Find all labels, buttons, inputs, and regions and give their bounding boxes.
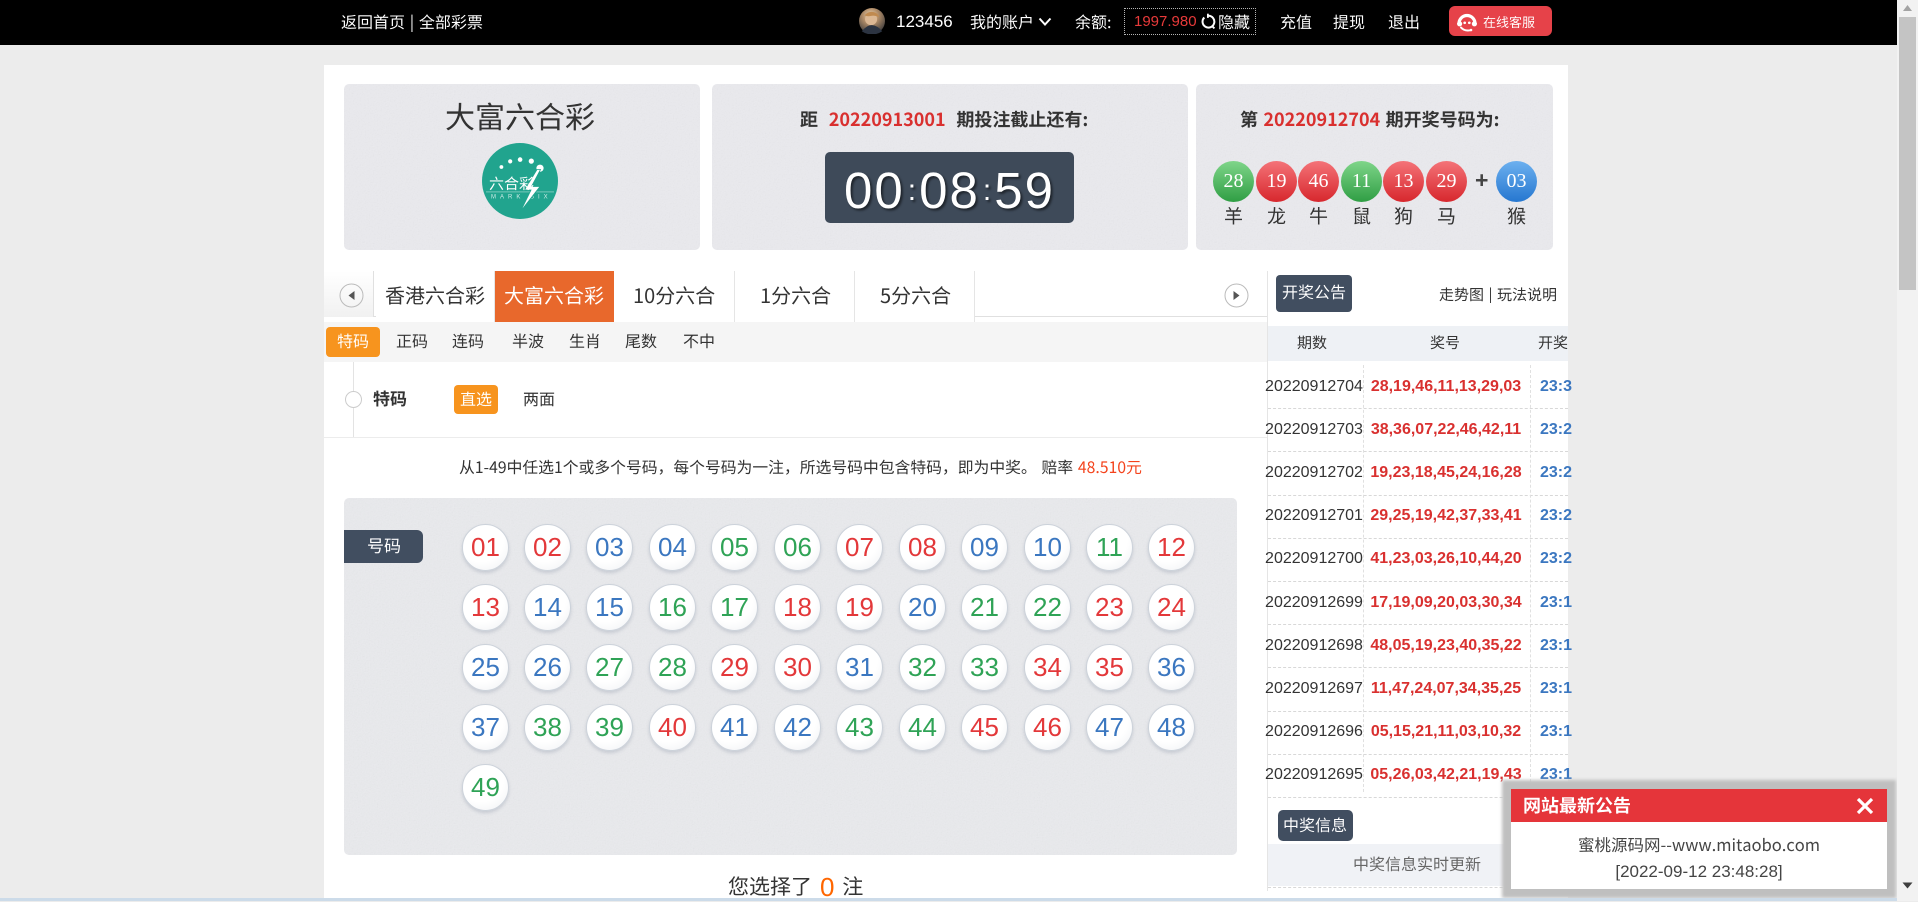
svg-text:MARK SIX: MARK SIX (491, 195, 552, 201)
